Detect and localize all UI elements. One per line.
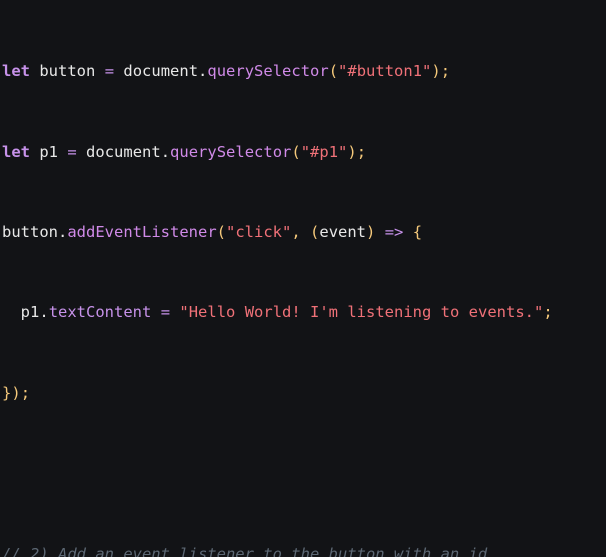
semicolon: ; [543,303,553,322]
string-hello-world: "Hello World! I'm listening to events." [179,303,544,322]
property-textcontent: textContent [48,303,152,322]
paren-open: ( [291,142,301,161]
semicolon: ; [20,383,31,402]
semicolon: ; [440,62,451,81]
brace-close: } [2,383,12,402]
code-line[interactable]: button.addEventListener("click", (event)… [2,222,606,242]
identifier-document: document [123,62,199,81]
paren-close: ) [347,142,357,161]
code-line[interactable]: let p1 = document.querySelector("#p1"); [2,142,606,162]
semicolon: ; [356,142,367,161]
string-click: "click" [226,223,292,242]
identifier-button: button [39,62,96,81]
dot-operator: . [58,223,68,242]
identifier-button: button [2,223,58,242]
keyword-let: let [2,62,30,81]
identifier-p1: p1 [20,303,40,322]
paren-open: ( [216,223,226,242]
method-addeventlistener: addEventListener [67,223,217,242]
string-p1: "#p1" [300,142,348,161]
code-line-blank[interactable] [2,463,606,483]
paren-close-param: ) [366,223,376,242]
param-event: event [319,223,367,242]
comment-line: // 2) Add an event listener to the butto… [2,544,488,557]
code-line[interactable]: let button = document.querySelector("#bu… [2,61,606,81]
operator-assign: = [104,62,115,81]
code-line[interactable]: p1.textContent = "Hello World! I'm liste… [2,302,606,322]
operator-assign: = [160,303,171,322]
code-editor[interactable]: let button = document.querySelector("#bu… [0,0,606,557]
paren-close: ) [11,383,21,402]
code-text-area[interactable]: let button = document.querySelector("#bu… [0,0,606,557]
code-line[interactable]: }); [2,383,606,403]
paren-open-param: ( [310,223,320,242]
dot-operator: . [39,303,49,322]
arrow-operator: => [384,223,404,242]
operator-assign: = [67,142,77,161]
method-queryselector: querySelector [170,142,292,161]
identifier-p1: p1 [39,142,59,161]
string-button1: "#button1" [338,62,432,81]
dot-operator: . [198,62,208,81]
keyword-let: let [2,142,30,161]
dot-operator: . [160,142,171,161]
comma: , [291,223,301,242]
paren-open: ( [328,62,339,81]
identifier-document: document [86,142,161,161]
method-queryselector: querySelector [207,62,329,81]
paren-close: ) [431,62,441,81]
brace-open: { [412,223,423,242]
